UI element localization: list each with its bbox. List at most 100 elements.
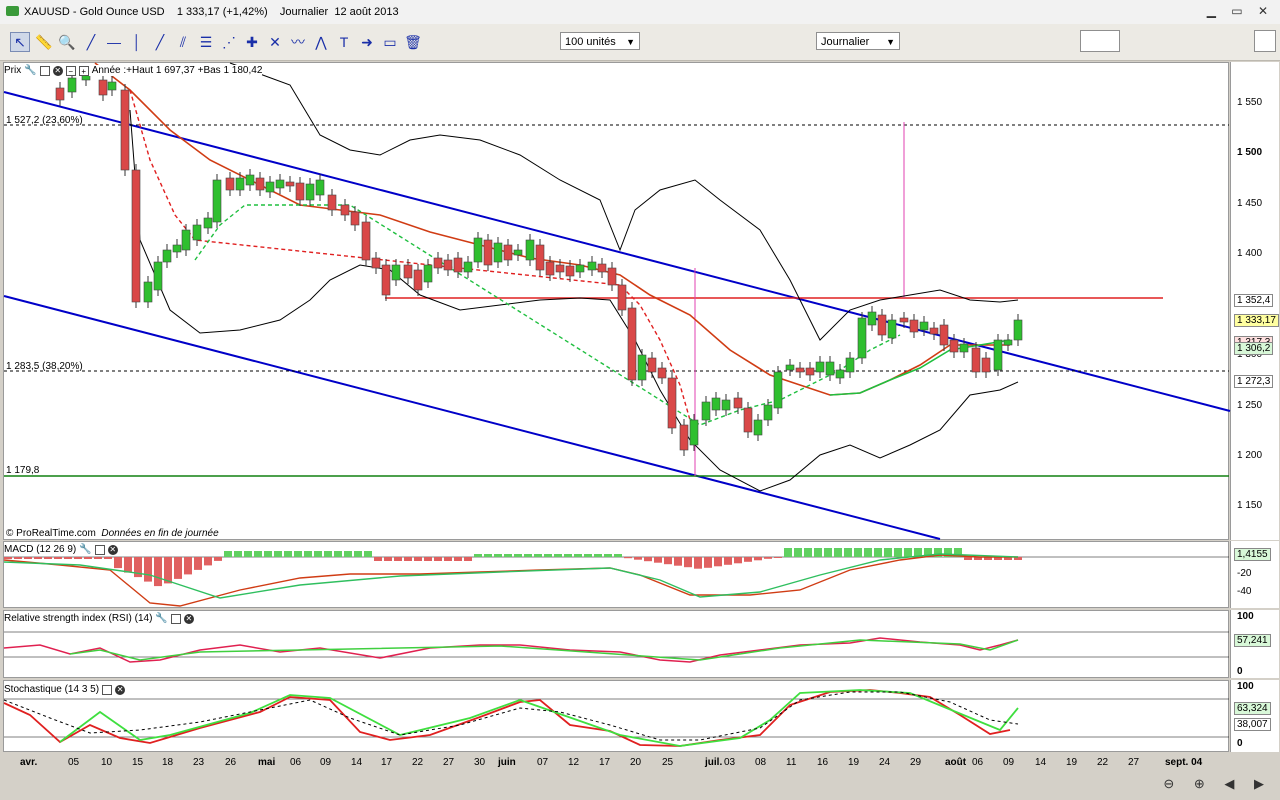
x-tick-label: 23 bbox=[193, 757, 205, 768]
candle bbox=[192, 224, 202, 241]
macd-bar bbox=[764, 557, 772, 559]
wrench-icon[interactable]: 🔧 bbox=[155, 613, 167, 624]
macd-bar bbox=[814, 548, 822, 557]
macd-bar bbox=[534, 554, 542, 557]
minus-icon[interactable]: − bbox=[65, 65, 76, 76]
rsi-label: Relative strength index (RSI) (14) 🔧 ✕ bbox=[4, 613, 194, 624]
x-tick-label: juin bbox=[498, 757, 516, 768]
x-tick-label: 18 bbox=[162, 757, 174, 768]
band-lower-tag: 1 272,3 bbox=[1234, 375, 1274, 388]
x-tick-label: 10 bbox=[101, 757, 113, 768]
macd-bar bbox=[174, 557, 182, 579]
macd-bar bbox=[264, 551, 272, 557]
candle bbox=[327, 194, 337, 211]
stoch-k-tag: 63,324 bbox=[1234, 702, 1271, 715]
candle bbox=[805, 367, 815, 376]
x-tick-label: 19 bbox=[1066, 757, 1078, 768]
macd-bar bbox=[804, 548, 812, 557]
candle bbox=[555, 264, 565, 273]
close-icon[interactable]: ✕ bbox=[52, 65, 63, 76]
x-tick-label: 09 bbox=[320, 757, 332, 768]
macd-bar bbox=[154, 557, 162, 587]
candle bbox=[98, 79, 108, 96]
candle bbox=[867, 311, 877, 326]
macd-bar bbox=[404, 557, 412, 561]
y-tick: 1 400 bbox=[1237, 248, 1263, 259]
stoch-tick: 100 bbox=[1237, 681, 1254, 692]
macd-bar bbox=[424, 557, 432, 561]
macd-bar bbox=[614, 554, 622, 557]
candle bbox=[1003, 339, 1013, 346]
candle bbox=[212, 179, 222, 223]
candle bbox=[473, 237, 483, 263]
x-tick-label: 26 bbox=[225, 757, 237, 768]
x-tick-label: 12 bbox=[568, 757, 580, 768]
candle bbox=[949, 339, 959, 353]
macd-bar bbox=[94, 557, 102, 559]
x-tick-label: 07 bbox=[537, 757, 549, 768]
close-icon[interactable]: ✕ bbox=[183, 613, 194, 624]
candle bbox=[877, 314, 887, 336]
macd-bar bbox=[644, 557, 652, 562]
macd-bar bbox=[824, 548, 832, 557]
y-tick: 1 200 bbox=[1237, 450, 1263, 461]
window-icon[interactable] bbox=[94, 544, 105, 555]
source-label: © ProRealTime.com Données en fin de jour… bbox=[6, 528, 219, 539]
x-tick-label: 19 bbox=[848, 757, 860, 768]
macd-bar bbox=[14, 557, 22, 559]
macd-bar bbox=[364, 551, 372, 557]
ma-green-tag: 1 306,2 bbox=[1234, 342, 1274, 355]
candle bbox=[545, 261, 555, 276]
macd-bar bbox=[864, 548, 872, 557]
candle bbox=[845, 357, 855, 373]
macd-bar bbox=[684, 557, 692, 568]
candle bbox=[513, 249, 523, 256]
candle bbox=[361, 221, 371, 261]
macd-bar bbox=[884, 548, 892, 557]
macd-bar bbox=[514, 554, 522, 557]
macd-bar bbox=[674, 557, 682, 566]
resistance-price-tag: 1 352,4 bbox=[1234, 294, 1274, 307]
candle bbox=[835, 369, 845, 379]
x-tick-label: 05 bbox=[68, 757, 80, 768]
stoch-label: Stochastique (14 3 5) ✕ bbox=[4, 684, 126, 695]
candle bbox=[785, 364, 795, 371]
macd-bar bbox=[464, 557, 472, 561]
macd-bar bbox=[874, 548, 882, 557]
close-icon[interactable]: ✕ bbox=[107, 544, 118, 555]
candle bbox=[711, 397, 721, 411]
macd-bar bbox=[854, 548, 862, 557]
macd-bar bbox=[4, 557, 12, 559]
window-icon[interactable] bbox=[39, 65, 50, 76]
candle bbox=[667, 377, 677, 429]
candle bbox=[295, 182, 305, 201]
wrench-icon[interactable]: 🔧 bbox=[24, 65, 36, 76]
fib-top-label: 1 527,2 (23,60%) bbox=[6, 115, 83, 126]
macd-bar bbox=[794, 548, 802, 557]
candle bbox=[763, 404, 773, 421]
macd-label: MACD (12 26 9) 🔧 ✕ bbox=[4, 544, 118, 555]
x-tick-label: 25 bbox=[662, 757, 674, 768]
window-icon[interactable] bbox=[170, 613, 181, 624]
candle bbox=[107, 81, 117, 91]
x-tick-label: 16 bbox=[817, 757, 829, 768]
bottom-controls[interactable]: ⊖ ⊕ ◀ ▶ bbox=[1163, 776, 1272, 792]
candle bbox=[285, 181, 295, 187]
wrench-icon[interactable]: 🔧 bbox=[79, 544, 91, 555]
close-icon[interactable]: ✕ bbox=[115, 684, 126, 695]
candle bbox=[381, 264, 391, 296]
window-icon[interactable] bbox=[102, 684, 113, 695]
macd-bar bbox=[584, 554, 592, 557]
add-icon[interactable]: + bbox=[78, 65, 89, 76]
macd-bar bbox=[964, 557, 972, 560]
macd-bar bbox=[554, 554, 562, 557]
candle bbox=[899, 317, 909, 323]
macd-bar bbox=[284, 551, 292, 557]
candle bbox=[350, 211, 360, 226]
macd-bar bbox=[834, 548, 842, 557]
candle bbox=[245, 174, 255, 186]
support-label: 1 179,8 bbox=[6, 465, 40, 476]
macd-bar bbox=[204, 557, 212, 566]
candle bbox=[701, 401, 711, 421]
candle bbox=[120, 89, 130, 171]
